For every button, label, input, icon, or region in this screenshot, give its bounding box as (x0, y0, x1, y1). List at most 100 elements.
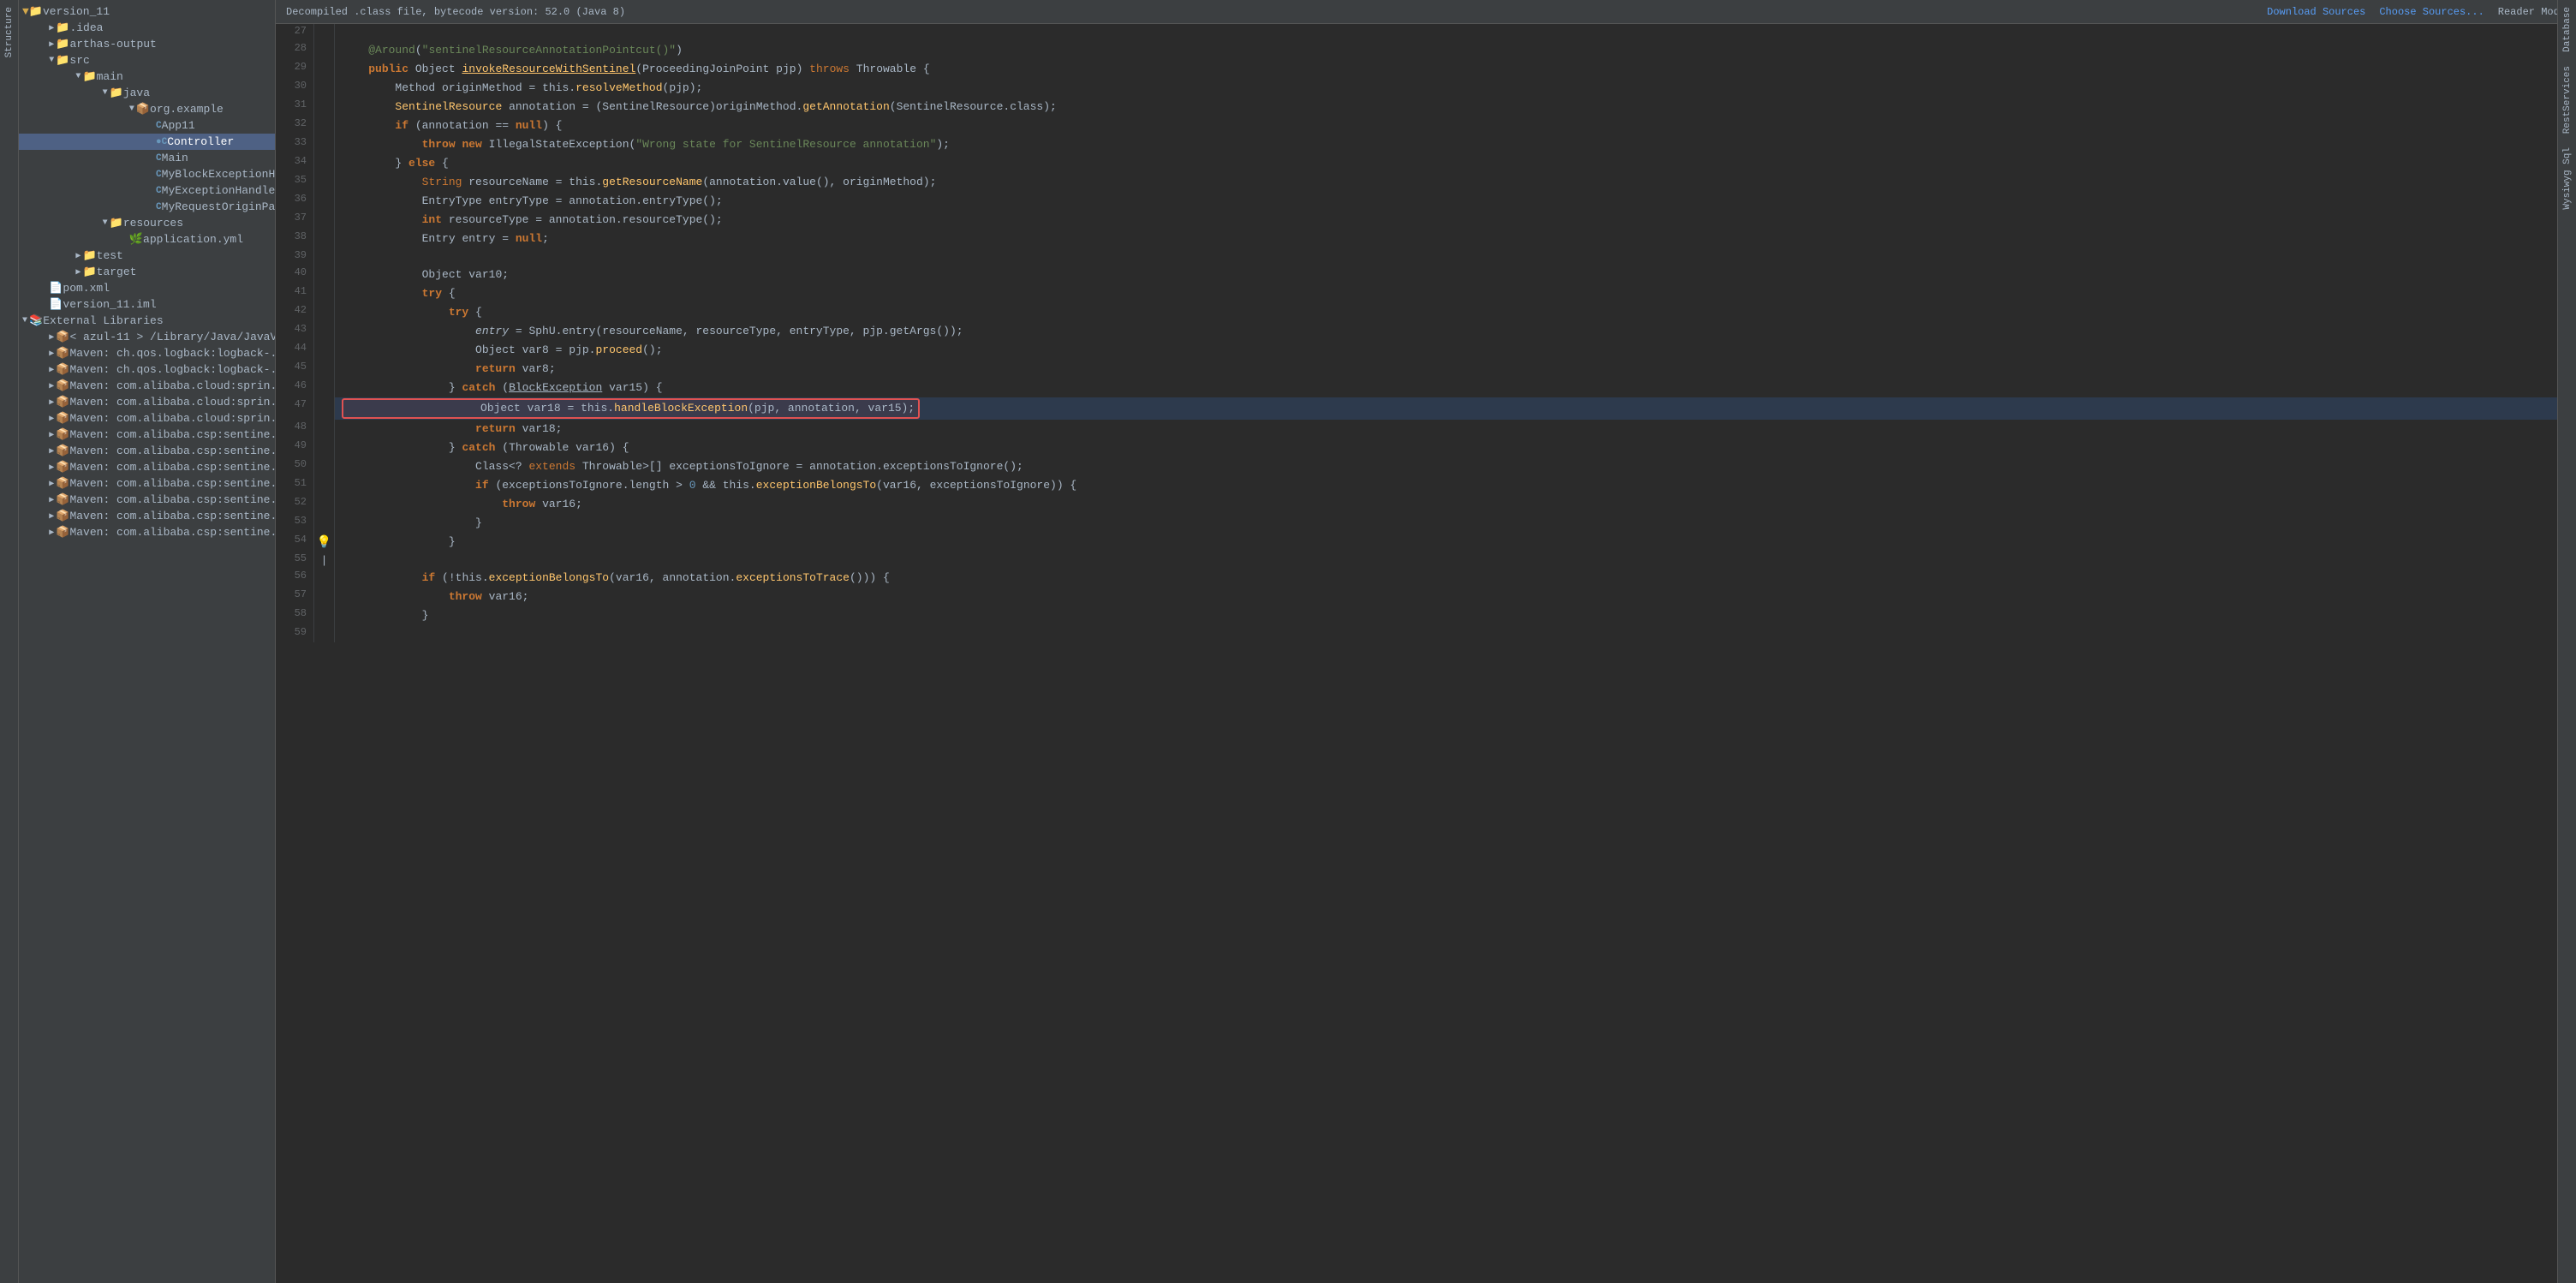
line-gutter (314, 495, 335, 514)
code-line-38: 38 Entry entry = null; (276, 230, 2576, 248)
line-code: throw var16; (335, 588, 2576, 606)
wysiwyg-sql-tab[interactable]: Wysiwyg Sql (2561, 140, 2574, 217)
code-line-29: 29 public Object invokeResourceWithSenti… (276, 60, 2576, 79)
tree-item-App11[interactable]: C App11 (19, 117, 275, 134)
code-line-31: 31 SentinelResource annotation = (Sentin… (276, 98, 2576, 116)
line-number: 38 (276, 230, 314, 248)
line-gutter (314, 439, 335, 457)
tree-item-Main[interactable]: C Main (19, 150, 275, 166)
tree-item-resources[interactable]: ▼ 📁 resources (19, 215, 275, 231)
tree-item-maven-cloud1[interactable]: ▶ 📦 Maven: com.alibaba.cloud:sprin... (19, 378, 275, 394)
line-gutter: 💡 (314, 533, 335, 552)
line-code (335, 552, 2576, 569)
line-code: return var18; (335, 420, 2576, 439)
tree-item-Controller[interactable]: ●C Controller (19, 134, 275, 150)
tree-item-maven-csp3[interactable]: ▶ 📦 Maven: com.alibaba.csp:sentine... (19, 459, 275, 475)
bulb-icon[interactable]: 💡 (317, 535, 331, 550)
line-code: } catch (BlockException var15) { (335, 379, 2576, 397)
right-vertical-tabs: Database RestServices Wysiwyg Sql (2557, 0, 2576, 1283)
line-code: String resourceName = this.getResourceNa… (335, 173, 2576, 192)
code-line-58: 58 } (276, 606, 2576, 625)
line-gutter (314, 457, 335, 476)
line-gutter (314, 41, 335, 60)
line-number: 34 (276, 154, 314, 173)
code-line-53: 53 } (276, 514, 2576, 533)
tree-item-java[interactable]: ▼ 📁 java (19, 85, 275, 101)
tree-item-version_11.iml[interactable]: 📄 version_11.iml (19, 296, 275, 313)
tree-item-MyExceptionHandler[interactable]: C MyExceptionHandler... (19, 182, 275, 199)
tree-item-MyBlockExceptionH[interactable]: C MyBlockExceptionH... (19, 166, 275, 182)
line-gutter (314, 569, 335, 588)
tree-item-target[interactable]: ▶ 📁 target (19, 264, 275, 280)
code-line-44: 44 Object var8 = pjp.proceed(); (276, 341, 2576, 360)
tree-item-maven-csp7[interactable]: ▶ 📦 Maven: com.alibaba.csp:sentine... (19, 524, 275, 540)
line-number: 45 (276, 360, 314, 379)
line-number: 49 (276, 439, 314, 457)
code-area[interactable]: 2728 @Around("sentinelResourceAnnotation… (276, 24, 2576, 1283)
tree-item-pom.xml[interactable]: 📄 pom.xml (19, 280, 275, 296)
code-line-43: 43 entry = SphU.entry(resourceName, reso… (276, 322, 2576, 341)
tree-item-test[interactable]: ▶ 📁 test (19, 248, 275, 264)
structure-tab[interactable]: Structure (3, 0, 16, 64)
tree-item-maven-logback2[interactable]: ▶ 📦 Maven: ch.qos.logback:logback-... (19, 361, 275, 378)
choose-sources-link[interactable]: Choose Sources... (2379, 6, 2484, 18)
line-number: 33 (276, 135, 314, 154)
code-line-34: 34 } else { (276, 154, 2576, 173)
line-code: throw var16; (335, 495, 2576, 514)
tree-item-MyRequestOriginPar[interactable]: C MyRequestOriginPar... (19, 199, 275, 215)
tree-item-ExternalLibraries[interactable]: ▼ 📚 External Libraries (19, 313, 275, 329)
tree-item-maven-cloud2[interactable]: ▶ 📦 Maven: com.alibaba.cloud:sprin... (19, 394, 275, 410)
line-number: 59 (276, 625, 314, 642)
line-code: try { (335, 284, 2576, 303)
code-line-45: 45 return var8; (276, 360, 2576, 379)
tree-item-main[interactable]: ▼ 📁 main (19, 69, 275, 85)
tree-item-maven-cloud3[interactable]: ▶ 📦 Maven: com.alibaba.cloud:sprin... (19, 410, 275, 427)
line-code: Class<? extends Throwable>[] exceptionsT… (335, 457, 2576, 476)
line-code: } (335, 514, 2576, 533)
code-line-39: 39 (276, 248, 2576, 266)
tree-item-maven-csp6[interactable]: ▶ 📦 Maven: com.alibaba.csp:sentine... (19, 508, 275, 524)
code-line-32: 32 if (annotation == null) { (276, 116, 2576, 135)
code-line-52: 52 throw var16; (276, 495, 2576, 514)
tree-item-org.example[interactable]: ▼ 📦 org.example (19, 101, 275, 117)
tree-item-maven-csp4[interactable]: ▶ 📦 Maven: com.alibaba.csp:sentine... (19, 475, 275, 492)
code-line-36: 36 EntryType entryType = annotation.entr… (276, 192, 2576, 211)
line-number: 35 (276, 173, 314, 192)
line-number: 55 (276, 552, 314, 569)
line-gutter (314, 230, 335, 248)
line-code: } (335, 606, 2576, 625)
line-gutter (314, 284, 335, 303)
line-gutter (314, 154, 335, 173)
download-sources-link[interactable]: Download Sources (2267, 6, 2365, 18)
tree-item-azul-11[interactable]: ▶ 📦 < azul-11 > /Library/Java/JavaVi... (19, 329, 275, 345)
tree-item-arthas-output[interactable]: ▶ 📁 arthas-output (19, 36, 275, 52)
line-code: if (!this.exceptionBelongsTo(var16, anno… (335, 569, 2576, 588)
line-number: 40 (276, 266, 314, 284)
tree-item-application.yml[interactable]: 🌿 application.yml (19, 231, 275, 248)
tree-item-version11[interactable]: ▼ 📁 version_11 (19, 3, 275, 20)
code-line-42: 42 try { (276, 303, 2576, 322)
line-gutter (314, 397, 335, 420)
line-gutter (314, 211, 335, 230)
line-number: 32 (276, 116, 314, 135)
line-gutter (314, 135, 335, 154)
decompiled-info: Decompiled .class file, bytecode version… (286, 6, 625, 18)
rest-services-tab[interactable]: RestServices (2561, 59, 2574, 140)
line-gutter (314, 192, 335, 211)
tree-item-maven-csp2[interactable]: ▶ 📦 Maven: com.alibaba.csp:sentine... (19, 443, 275, 459)
code-line-54: 54💡 } (276, 533, 2576, 552)
tree-item-src[interactable]: ▼ 📁 src (19, 52, 275, 69)
line-number: 58 (276, 606, 314, 625)
tree-item-maven-csp5[interactable]: ▶ 📦 Maven: com.alibaba.csp:sentine... (19, 492, 275, 508)
code-line-40: 40 Object var10; (276, 266, 2576, 284)
reader-mode-label[interactable]: Reader Mode (2498, 6, 2566, 18)
line-gutter (314, 24, 335, 41)
tree-item-maven-csp1[interactable]: ▶ 📦 Maven: com.alibaba.csp:sentine... (19, 427, 275, 443)
header-bar: Decompiled .class file, bytecode version… (276, 0, 2576, 24)
tree-item-idea[interactable]: ▶ 📁 .idea (19, 20, 275, 36)
line-code: if (exceptionsToIgnore.length > 0 && thi… (335, 476, 2576, 495)
code-line-49: 49 } catch (Throwable var16) { (276, 439, 2576, 457)
database-tab[interactable]: Database (2561, 0, 2574, 59)
project-tree: ▼ 📁 version_11 ▶ 📁 .idea ▶ 📁 arthas-outp… (19, 0, 275, 1283)
tree-item-maven-logback1[interactable]: ▶ 📦 Maven: ch.qos.logback:logback-... (19, 345, 275, 361)
